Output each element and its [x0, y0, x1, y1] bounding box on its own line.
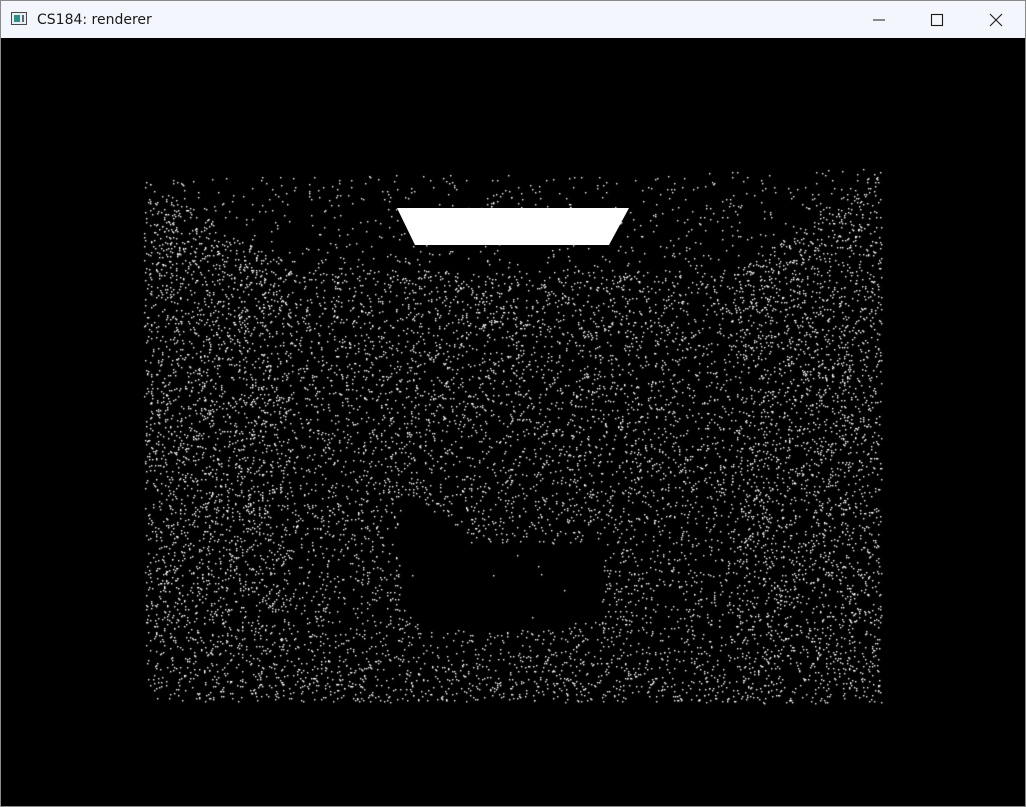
area-light	[397, 208, 629, 245]
render-viewport[interactable]	[1, 38, 1025, 806]
maximize-button[interactable]	[908, 1, 966, 38]
minimize-button[interactable]	[850, 1, 908, 38]
app-window-icon	[11, 12, 27, 25]
close-icon	[989, 13, 1003, 27]
scene-overlay	[397, 208, 629, 245]
renderer-window: CS184: renderer	[0, 0, 1026, 807]
minimize-icon	[873, 19, 885, 21]
close-button[interactable]	[967, 1, 1025, 38]
window-title: CS184: renderer	[37, 12, 152, 28]
maximize-icon	[930, 13, 944, 27]
title-bar[interactable]: CS184: renderer	[1, 1, 1025, 38]
